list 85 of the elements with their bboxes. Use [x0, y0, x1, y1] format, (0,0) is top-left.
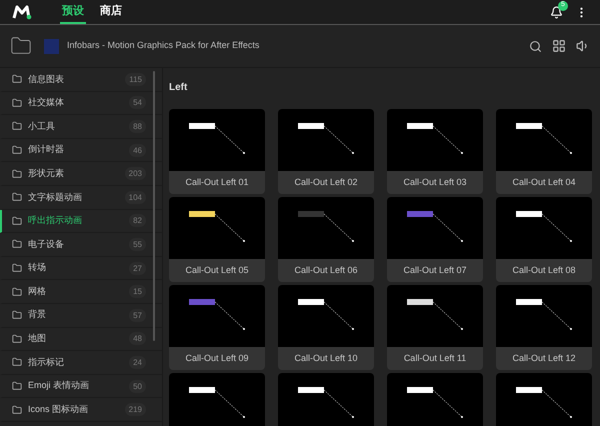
category-count: 203 [124, 167, 146, 180]
folder-icon [12, 286, 22, 297]
preset-card[interactable]: Call-Out Left 10 [278, 285, 374, 370]
category-count: 54 [129, 96, 146, 110]
category-count: 219 [124, 403, 146, 416]
folder-icon [12, 192, 22, 202]
section-title: Left [169, 81, 188, 95]
preset-card[interactable]: Call-Out Left 06 [278, 197, 374, 282]
folder-icon [12, 334, 22, 344]
preset-label: Call-Out Left 01 [184, 176, 250, 189]
folder-icon [12, 263, 22, 274]
category-item[interactable]: Icons 图标动画 219 [0, 398, 162, 422]
category-count: 82 [129, 214, 146, 228]
preset-card[interactable]: Call-Out Left 01 [169, 109, 265, 194]
preset-label: Call-Out Left 11 [402, 352, 468, 365]
grid-view-icon[interactable] [552, 39, 566, 53]
folder-icon [12, 404, 22, 415]
category-name: 指示标记 [28, 356, 64, 369]
folder-icon [12, 74, 22, 84]
search-icon[interactable] [529, 40, 542, 52]
category-item[interactable]: 指示标记 24 [0, 351, 162, 375]
category-name: Icons 图标动画 [28, 402, 88, 416]
preset-card[interactable]: Call-Out Left 04 [496, 109, 592, 194]
category-count: 15 [129, 285, 146, 298]
preset-label: Call-Out Left 02 [293, 176, 359, 189]
preset-label: Call-Out Left 05 [184, 264, 250, 277]
preset-label: Call-Out Left 04 [511, 176, 577, 189]
category-count: 115 [125, 72, 146, 86]
category-name: 小工具 [28, 120, 55, 133]
nav-tab[interactable]: 商店 [98, 0, 124, 24]
preset-card[interactable]: Call-Out Left 08 [496, 197, 592, 282]
folder-icon [12, 168, 22, 179]
preset-card[interactable]: Call-Out Left 05 [169, 197, 265, 282]
preset-label: Call-Out Left 08 [511, 264, 577, 277]
category-name: 呼出指示动画 [28, 214, 82, 228]
category-name: 信息图表 [28, 72, 64, 86]
category-name: 社交媒体 [28, 96, 64, 110]
category-count: 46 [129, 144, 146, 157]
preset-label: Call-Out Left 12 [511, 352, 577, 365]
folder-icon [12, 216, 22, 226]
preset-label: Call-Out Left 10 [293, 352, 359, 365]
folder-icon [12, 121, 22, 132]
preset-label: Call-Out Left 03 [402, 176, 468, 189]
folder-icon [12, 357, 22, 368]
category-item[interactable]: Emoji 表情动画 50 [0, 374, 162, 398]
category-count: 104 [124, 190, 146, 204]
category-name: 电子设备 [28, 238, 64, 251]
preset-card[interactable]: Call-Out Left 03 [387, 109, 483, 194]
logo-icon[interactable] [12, 4, 32, 20]
preset-label: Call-Out Left 09 [184, 352, 250, 365]
preset-label: Call-Out Left 07 [402, 264, 468, 277]
folder-icon [12, 98, 22, 108]
folder-icon[interactable] [10, 35, 32, 57]
pack-thumbnail [44, 38, 59, 54]
preset-card[interactable]: Call-Out Left 02 [278, 109, 374, 194]
pack-title: Infobars - Motion Graphics Pack for After Effects [67, 39, 260, 52]
category-count: 57 [129, 308, 146, 322]
preset-card[interactable]: Call-Out Left 09 [169, 285, 265, 370]
folder-icon [12, 239, 22, 250]
preset-card[interactable]: Call-Out Left 11 [387, 285, 483, 370]
notification-bell-icon[interactable] [550, 6, 563, 18]
folder-icon [12, 145, 22, 156]
folder-icon [12, 381, 22, 392]
category-count: 27 [129, 262, 146, 275]
category-count: 24 [129, 356, 146, 369]
preset-label: Call-Out Left 06 [293, 264, 359, 277]
category-name: 形状元素 [28, 166, 64, 180]
category-name: 背景 [28, 308, 46, 322]
category-count: 88 [129, 120, 146, 133]
nav-tab[interactable]: 预设 [60, 0, 86, 24]
scrollbar[interactable] [153, 71, 155, 341]
category-name: 倒计时器 [28, 143, 64, 156]
category-name: 地图 [28, 332, 46, 346]
preset-card[interactable]: Call-Out Left 07 [387, 197, 483, 282]
category-name: 网格 [28, 284, 46, 298]
preset-card[interactable]: Call-Out Left 12 [496, 285, 592, 370]
category-count: 55 [129, 238, 146, 251]
category-name: Emoji 表情动画 [28, 379, 90, 392]
category-item[interactable]: 信息图表 115 [0, 68, 162, 92]
category-name: 转场 [28, 261, 46, 274]
category-count: 50 [129, 380, 146, 393]
category-name: 文字标题动画 [28, 190, 82, 204]
folder-icon [12, 310, 22, 320]
category-count: 48 [129, 332, 146, 346]
category-item[interactable]: 地图 48 [0, 328, 162, 352]
